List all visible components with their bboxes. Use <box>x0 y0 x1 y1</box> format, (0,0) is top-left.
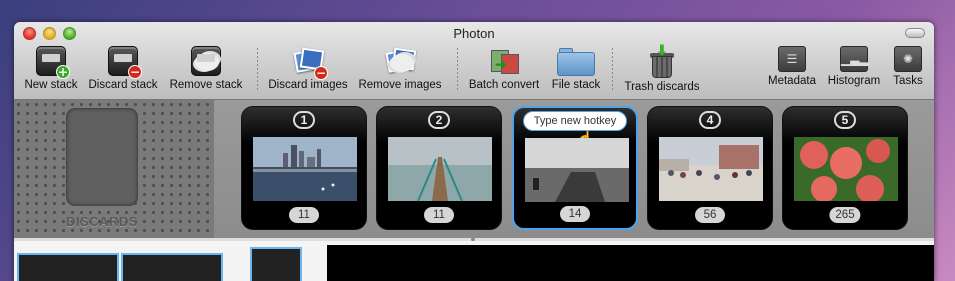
stack-thumbnail <box>525 138 629 202</box>
image-thumbnail[interactable] <box>17 253 119 281</box>
metadata-button[interactable]: ☰ Metadata <box>766 46 818 87</box>
stack-card-1[interactable]: 1 11 <box>241 106 367 230</box>
toolbar-separator <box>612 48 613 92</box>
stack-hotkey-number[interactable]: 4 <box>699 111 721 129</box>
list-icon: ☰ <box>778 46 806 72</box>
new-stack-icon: + <box>36 46 70 79</box>
image-thumbnail[interactable] <box>121 253 223 281</box>
remove-stack-button[interactable]: Remove stack <box>168 46 244 91</box>
window-title: Photon <box>453 26 495 41</box>
stack-image-count: 56 <box>695 207 725 223</box>
remove-images-icon <box>385 46 417 76</box>
toolbar-toggle-button[interactable] <box>905 28 925 38</box>
tasks-button[interactable]: ✺ Tasks <box>890 46 926 87</box>
image-preview <box>327 245 934 281</box>
discards-drop-zone[interactable]: DISCARDS <box>14 100 214 238</box>
trash-discards-button[interactable]: ⬇ Trash discards <box>622 42 702 93</box>
hotkey-input[interactable]: Type new hotkey <box>523 111 627 131</box>
stack-image-count: 11 <box>289 207 319 223</box>
remove-images-label: Remove images <box>358 79 442 91</box>
new-stack-label: New stack <box>24 79 78 91</box>
image-thumbnail[interactable] <box>250 247 302 281</box>
discard-stack-button[interactable]: − Discard stack <box>85 46 161 91</box>
discard-images-label: Discard images <box>268 79 348 91</box>
poof-cloud-icon <box>195 53 219 71</box>
stack-thumbnail <box>659 137 763 201</box>
file-stack-button[interactable]: File stack <box>547 46 605 91</box>
discard-stack-label: Discard stack <box>88 79 158 91</box>
plus-icon: + <box>56 65 70 79</box>
image-browser <box>14 241 934 281</box>
stack-card-2[interactable]: 2 11 <box>376 106 502 230</box>
toolbar-separator <box>257 48 258 92</box>
discards-placeholder <box>66 108 138 206</box>
folder-icon <box>557 46 595 76</box>
stack-image-count: 11 <box>424 207 454 223</box>
remove-stack-icon <box>191 46 221 76</box>
discard-images-button[interactable]: − Discard images <box>266 46 350 91</box>
discard-images-icon: − <box>293 46 328 80</box>
new-stack-button[interactable]: + New stack <box>22 46 80 91</box>
poof-cloud-icon <box>390 54 414 72</box>
remove-images-button[interactable]: Remove images <box>358 46 442 91</box>
trash-icon: ⬇ <box>649 42 675 78</box>
remove-stack-label: Remove stack <box>169 79 243 91</box>
batch-convert-button[interactable]: ➜ Batch convert <box>466 46 542 91</box>
stack-hotkey-number[interactable]: 1 <box>293 111 315 129</box>
stack-card-3[interactable]: Type new hotkey ☝ 14 <box>512 106 638 230</box>
stack-card-4[interactable]: 4 56 <box>647 106 773 230</box>
minus-icon: − <box>128 65 142 79</box>
stack-hotkey-number[interactable]: 2 <box>428 111 450 129</box>
stack-card-5[interactable]: 5 265 <box>782 106 908 230</box>
app-window: Photon + New stack − Discard stack Remov… <box>14 22 934 281</box>
histogram-button[interactable]: ▁▃▂ Histogram <box>824 46 884 87</box>
file-stack-label: File stack <box>551 79 601 91</box>
discard-stack-icon: − <box>108 46 142 79</box>
tasks-label: Tasks <box>893 75 923 87</box>
stack-image-count: 14 <box>560 206 590 222</box>
title-bar: Photon + New stack − Discard stack Remov… <box>14 22 934 100</box>
histogram-label: Histogram <box>827 75 881 87</box>
batch-convert-label: Batch convert <box>468 79 540 91</box>
stack-strip: DISCARDS 1 11 2 11 Type new hotkey ☝ 14 … <box>14 100 934 238</box>
stack-thumbnail <box>794 137 898 201</box>
spinner-icon: ✺ <box>894 46 922 72</box>
batch-convert-icon: ➜ <box>489 46 519 76</box>
stack-hotkey-number[interactable]: 5 <box>834 111 856 129</box>
minus-icon: − <box>314 66 328 80</box>
trash-discards-label: Trash discards <box>624 81 700 93</box>
metadata-label: Metadata <box>768 75 816 87</box>
stack-thumbnail <box>253 137 357 201</box>
toolbar-separator <box>457 48 458 92</box>
stack-image-count: 265 <box>829 207 861 223</box>
histogram-icon: ▁▃▂ <box>840 46 869 72</box>
discards-label: DISCARDS <box>66 214 138 229</box>
stack-thumbnail <box>388 137 492 201</box>
